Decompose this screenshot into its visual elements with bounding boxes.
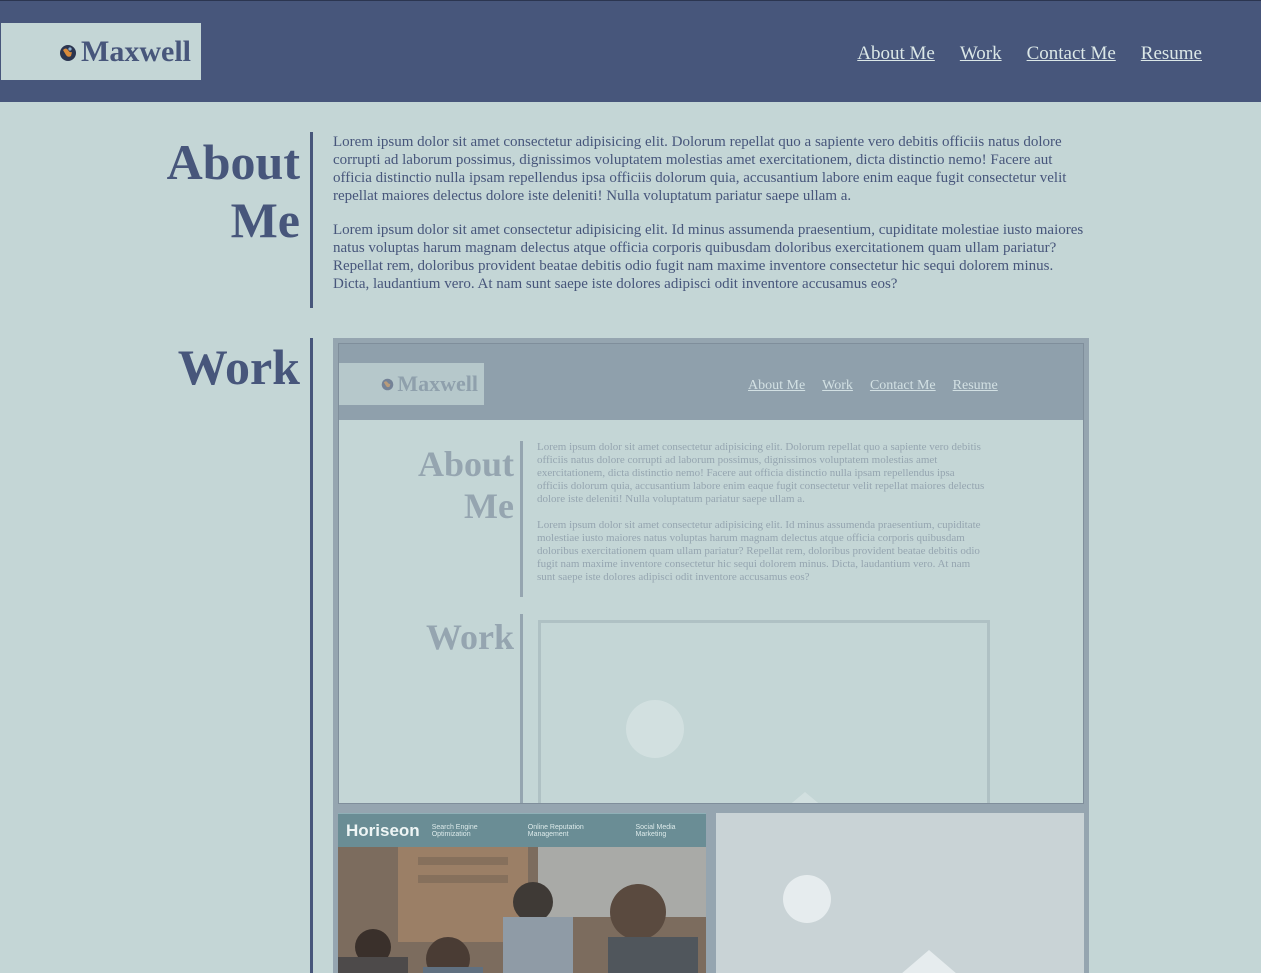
preview-paragraph-1: Lorem ipsum dolor sit amet consectetur a… [537, 441, 985, 505]
preview-image-placeholder [538, 620, 990, 803]
preview-nav-about: About Me [748, 378, 806, 393]
preview-nav: About Me Work Contact Me Resume [748, 378, 998, 394]
work-title: Work [177, 339, 300, 395]
site-header: Maxwell About Me Work Contact Me Resume [0, 0, 1261, 102]
about-paragraph-1: Lorem ipsum dolor sit amet consectetur a… [333, 134, 1067, 204]
about-paragraph-2: Lorem ipsum dolor sit amet consectetur a… [333, 222, 1084, 292]
horiseon-hero-photo [338, 847, 706, 973]
horiseon-link-orm: Online Reputation Management [527, 823, 584, 838]
nav-resume[interactable]: Resume [1141, 43, 1202, 65]
project-thumb-placeholder[interactable] [716, 813, 1084, 973]
nav-contact-me[interactable]: Contact Me [1027, 43, 1116, 65]
preview-brand-name: Maxwell [397, 371, 478, 396]
horiseon-link-seo: Search Engine Optimization [431, 823, 478, 838]
nav-about-me[interactable]: About Me [857, 43, 935, 65]
about-title-line1: About [166, 134, 300, 190]
preview-header: Maxwell About Me Work Contact Me Resume [339, 344, 1083, 420]
brand-logo[interactable]: Maxwell [1, 23, 201, 80]
preview-nav-contact: Contact Me [869, 378, 936, 393]
brand-name: Maxwell [81, 34, 191, 68]
placeholder-mountain-icon [901, 950, 957, 973]
placeholder-mountain-icon [781, 792, 829, 803]
about-title: About Me [140, 133, 300, 249]
preview-work-title: Work [425, 617, 514, 657]
placeholder-sun-icon [626, 700, 684, 758]
main-nav: About Me Work Contact Me Resume [857, 43, 1202, 65]
preview-globe-icon [381, 378, 394, 391]
project-preview-portfolio[interactable]: Maxwell About Me Work Contact Me Resume … [338, 343, 1084, 804]
preview-work-divider [520, 614, 523, 803]
horiseon-logo: Horiseon [346, 820, 420, 840]
project-thumb-horiseon[interactable]: Horiseon Search Engine Optimization Onli… [338, 813, 706, 973]
preview-paragraph-2: Lorem ipsum dolor sit amet consectetur a… [537, 519, 981, 583]
globe-icon [59, 44, 77, 62]
horiseon-header: Horiseon Search Engine Optimization Onli… [338, 813, 706, 847]
preview-brand: Maxwell [339, 363, 484, 405]
about-title-line2: Me [230, 192, 300, 248]
preview-nav-work: Work [822, 378, 853, 393]
work-divider [310, 338, 313, 973]
preview-about-line2: Me [464, 486, 514, 526]
preview-about-divider [520, 441, 523, 597]
preview-about-line1: About [417, 444, 514, 484]
preview-about-title: About Me [399, 443, 514, 527]
horiseon-link-smm: Social Media Marketing [635, 823, 676, 838]
preview-nav-resume: Resume [952, 378, 998, 393]
work-gallery: Maxwell About Me Work Contact Me Resume … [333, 338, 1089, 973]
nav-work[interactable]: Work [960, 43, 1002, 65]
placeholder-sun-icon [783, 875, 831, 923]
about-divider [310, 132, 313, 308]
